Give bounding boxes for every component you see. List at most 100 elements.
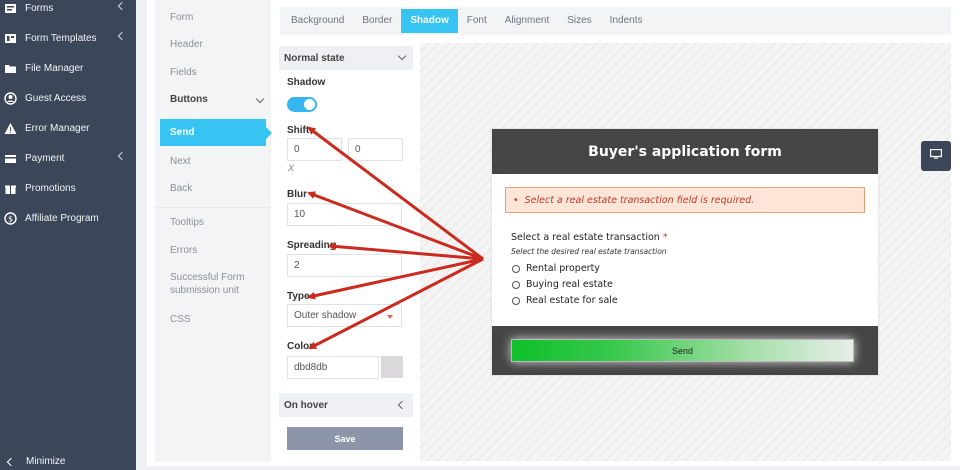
radio-label: Buying real estate: [526, 279, 613, 290]
sidebar-item-guest-access[interactable]: Guest Access: [0, 86, 136, 110]
sidebar-item-label: Forms: [25, 2, 54, 14]
shift-label: Shift: [287, 125, 310, 136]
tab-shadow[interactable]: Shadow: [401, 9, 458, 33]
chevron-left-icon: [117, 1, 127, 11]
sidebar-item-forms[interactable]: Forms: [0, 0, 136, 20]
blur-label: Blur: [287, 189, 307, 200]
form-preview: Buyer's application form • Select a real…: [492, 129, 878, 375]
question-hint: Select the desired real estate transacti…: [511, 247, 667, 256]
chevron-left-icon: [397, 400, 407, 410]
nav-item-errors[interactable]: Errors: [170, 244, 197, 257]
style-tabs: Background Border Shadow Font Alignment …: [280, 7, 951, 35]
type-label: Type: [287, 291, 310, 302]
shadow-toggle[interactable]: [287, 97, 317, 112]
save-button[interactable]: Save: [287, 427, 403, 450]
sidebar-item-affiliate-program[interactable]: $ Affiliate Program: [0, 206, 136, 230]
radio-option-rental[interactable]: Rental property: [512, 263, 600, 274]
chevron-down-icon: [397, 51, 407, 61]
tab-border[interactable]: Border: [353, 9, 401, 33]
error-message: • Select a real estate transaction field…: [505, 187, 865, 213]
spreading-input[interactable]: 2: [287, 254, 402, 277]
tab-alignment[interactable]: Alignment: [496, 9, 558, 33]
type-select-value: Outer shadow: [294, 310, 357, 321]
shadow-settings-panel: Normal state Shadow Shift 0 0 X Blur 10 …: [279, 45, 413, 462]
question-label: Select a real estate transaction *: [511, 232, 668, 243]
nav-item-successful-submission[interactable]: Successful Form submission unit: [170, 271, 260, 297]
desktop-view-button[interactable]: [921, 141, 951, 171]
bullet-icon: •: [513, 194, 519, 206]
radio-icon: [512, 296, 520, 305]
main-sidebar: Forms Form Templates File Manager Guest …: [0, 0, 136, 470]
sidebar-item-payment[interactable]: Payment: [0, 146, 136, 170]
chevron-left-icon: [6, 457, 16, 466]
type-select[interactable]: Outer shadow: [287, 304, 402, 327]
shadow-label: Shadow: [287, 77, 326, 88]
shift-x-input[interactable]: 0: [287, 138, 342, 161]
nav-divider: [155, 207, 271, 208]
payment-icon: [4, 152, 17, 165]
radio-label: Rental property: [526, 263, 600, 274]
error-text: Select a real estate transaction field i…: [524, 194, 755, 206]
color-label: Color: [287, 341, 314, 352]
minimize-button[interactable]: Minimize: [4, 456, 65, 467]
nav-item-css[interactable]: CSS: [170, 313, 191, 326]
radio-option-buying[interactable]: Buying real estate: [512, 279, 613, 290]
nav-item-header[interactable]: Header: [170, 38, 203, 51]
sidebar-item-label: Affiliate Program: [25, 212, 99, 224]
nav-item-next[interactable]: Next: [170, 155, 191, 168]
sidebar-item-label: Promotions: [25, 182, 76, 194]
nav-item-form[interactable]: Form: [170, 11, 193, 24]
radio-icon: [512, 264, 520, 273]
on-hover-title: On hover: [284, 399, 328, 411]
minimize-label: Minimize: [26, 456, 66, 467]
chevron-left-icon: [117, 151, 127, 161]
blur-input[interactable]: 10: [287, 203, 402, 226]
user-circle-icon: [4, 91, 17, 105]
required-mark: *: [662, 232, 668, 243]
caret-down-icon: [387, 315, 393, 319]
sidebar-item-file-manager[interactable]: File Manager: [0, 56, 136, 80]
sidebar-item-error-manager[interactable]: Error Manager: [0, 116, 136, 140]
normal-state-title: Normal state: [284, 52, 345, 64]
sidebar-item-form-templates[interactable]: Form Templates: [0, 26, 136, 50]
tab-indents[interactable]: Indents: [601, 9, 652, 33]
element-nav: Form Header Fields Buttons Next Back Too…: [155, 0, 271, 462]
forms-icon: [4, 2, 17, 15]
on-hover-header[interactable]: On hover: [279, 393, 413, 417]
tab-sizes[interactable]: Sizes: [558, 9, 600, 33]
nav-item-buttons[interactable]: Buttons: [170, 93, 208, 106]
sidebar-item-promotions[interactable]: Promotions: [0, 176, 136, 200]
nav-item-tooltips[interactable]: Tooltips: [170, 216, 204, 229]
shift-y-input[interactable]: 0: [348, 138, 403, 161]
sidebar-item-label: Payment: [25, 152, 65, 164]
shift-x-note: X: [288, 163, 295, 173]
nav-item-send[interactable]: Send: [160, 119, 272, 146]
color-swatch[interactable]: [381, 356, 403, 378]
tab-background[interactable]: Background: [282, 9, 353, 33]
send-button[interactable]: Send: [511, 339, 854, 362]
dollar-icon: $: [4, 211, 17, 225]
color-input[interactable]: dbd8db: [287, 356, 379, 379]
radio-option-sale[interactable]: Real estate for sale: [512, 295, 618, 306]
sidebar-item-label: Guest Access: [25, 92, 87, 104]
sidebar-item-label: File Manager: [25, 62, 84, 74]
monitor-icon: [929, 148, 943, 163]
tab-font[interactable]: Font: [458, 9, 496, 33]
chevron-down-icon: [255, 94, 265, 104]
spreading-label: Spreading: [287, 240, 336, 251]
question-text: Select a real estate transaction: [511, 232, 660, 243]
sidebar-item-label: Error Manager: [25, 122, 90, 134]
normal-state-header[interactable]: Normal state: [279, 46, 413, 70]
form-footer: Send: [492, 326, 878, 375]
warning-icon: [4, 122, 17, 135]
form-title: Buyer's application form: [492, 129, 878, 174]
radio-label: Real estate for sale: [526, 295, 618, 306]
radio-icon: [512, 280, 520, 289]
nav-item-back[interactable]: Back: [170, 182, 192, 195]
nav-item-fields[interactable]: Fields: [170, 66, 197, 79]
chevron-left-icon: [117, 31, 127, 41]
svg-text:$: $: [8, 214, 13, 223]
sidebar-item-label: Form Templates: [25, 32, 97, 44]
folder-icon: [4, 62, 17, 75]
gift-icon: [4, 182, 17, 195]
